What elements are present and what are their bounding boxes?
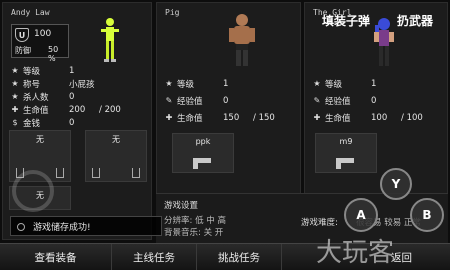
- health-cross-icon: ✚: [11, 105, 19, 114]
- bgm-setting[interactable]: 背景音乐: 关 开: [164, 226, 223, 238]
- stat-exp: ✎ 经验值 0: [163, 94, 275, 107]
- equipment-slot-2[interactable]: 无: [85, 130, 147, 182]
- character-name: Pig: [165, 8, 180, 17]
- b-button[interactable]: B: [410, 198, 444, 232]
- character-name: Andy Law: [11, 8, 50, 17]
- pistol-icon: [193, 158, 211, 169]
- star-icon: ★: [11, 92, 19, 101]
- girl-stats: ★ 等级 1 ✎ 经验值 0 ✚ 生命值 100/ 100: [311, 77, 423, 124]
- dollar-icon: $: [12, 118, 18, 127]
- shield-value: 100: [34, 29, 52, 39]
- difficulty-label: 游戏难度:: [301, 218, 338, 228]
- pig-stats: ★ 等级 1 ✎ 经验值 0 ✚ 生命值 150/ 150: [163, 77, 275, 124]
- star-icon: ★: [11, 66, 19, 75]
- toast-text: 游戏储存成功!: [33, 222, 91, 233]
- ammo-icon: [56, 168, 64, 178]
- y-button[interactable]: Y: [380, 168, 412, 200]
- pig-character-sprite[interactable]: [227, 13, 257, 69]
- stat-exp: ✎ 经验值 0: [311, 94, 423, 107]
- girl-character-sprite[interactable]: [371, 17, 397, 71]
- stat-money: $ 金钱 0: [9, 116, 121, 129]
- knife-icon: ✎: [165, 96, 173, 105]
- tab-view-equipment[interactable]: 查看装备: [0, 244, 112, 270]
- knife-icon: ✎: [313, 96, 321, 105]
- stat-kills: ★ 杀人数 0: [9, 90, 121, 103]
- stat-level: ★ 等级 1: [311, 77, 423, 90]
- health-cross-icon: ✚: [313, 113, 321, 122]
- watermark-logo-icon: [12, 170, 54, 212]
- a-button[interactable]: A: [344, 198, 378, 232]
- reload-ammo-button[interactable]: 填装子弹: [322, 12, 370, 29]
- resolution-setting[interactable]: 分辨率: 低 中 高: [164, 214, 226, 226]
- weapon-name: m9: [339, 137, 353, 146]
- weapon-slot-girl[interactable]: m9: [315, 133, 377, 173]
- shield-icon: U: [15, 28, 29, 42]
- stat-level: ★ 等级 1: [163, 77, 275, 90]
- save-success-toast: 游戏储存成功!: [10, 216, 162, 236]
- stat-health: ✚ 生命值 100/ 100: [311, 111, 423, 124]
- info-icon: [17, 223, 25, 231]
- tab-main-quest[interactable]: 主线任务: [112, 244, 197, 270]
- star-icon: ★: [165, 79, 173, 88]
- throw-weapon-button[interactable]: 扔武器: [397, 12, 433, 29]
- ammo-icon: [132, 168, 140, 178]
- weapon-slot-pig[interactable]: ppk: [172, 133, 234, 173]
- watermark-text: 大玩客: [316, 238, 395, 268]
- settings-title: 游戏设置: [164, 201, 199, 211]
- star-icon: ★: [313, 79, 321, 88]
- ammo-icon: [92, 168, 100, 178]
- shield-box: U 100 防御 50 %: [11, 24, 69, 63]
- health-cross-icon: ✚: [165, 113, 173, 122]
- stat-title: ★ 称号 小屁孩: [9, 77, 121, 90]
- pistol-icon: [336, 158, 354, 169]
- andy-character-sprite[interactable]: [97, 17, 123, 63]
- defense-label: 防御: [15, 46, 31, 55]
- stat-health: ✚ 生命值 200/ 200: [9, 103, 121, 116]
- tab-challenge-quest[interactable]: 挑战任务: [197, 244, 282, 270]
- weapon-name: ppk: [195, 137, 211, 146]
- andy-stats: ★ 等级 1 ★ 称号 小屁孩 ★ 杀人数 0 ✚ 生命值 200/ 200 $ 金钱 0: [9, 64, 121, 129]
- stat-level: ★ 等级 1: [9, 64, 121, 77]
- stat-health: ✚ 生命值 150/ 150: [163, 111, 275, 124]
- game-settings-panel: 游戏设置 分辨率: 低 中 高 背景音乐: 关 开 游戏难度: 很容易 较易 正…: [156, 193, 448, 243]
- star-icon: ★: [11, 79, 19, 88]
- defense-value: 50 %: [48, 45, 59, 63]
